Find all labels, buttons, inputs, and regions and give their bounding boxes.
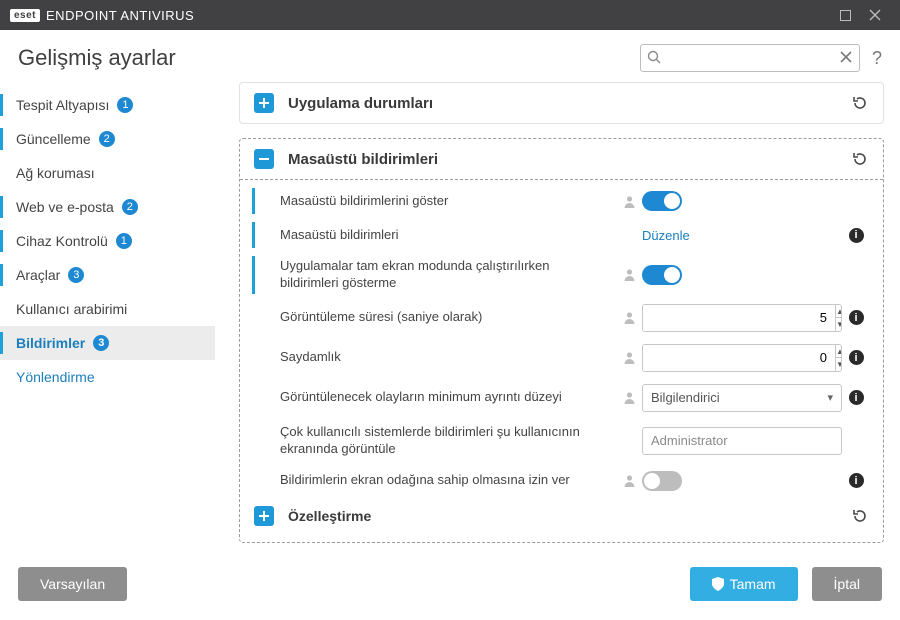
search-box: [640, 44, 860, 72]
info-icon[interactable]: i: [849, 228, 864, 243]
badge: 2: [122, 199, 138, 215]
subpanel-title: Özelleştirme: [288, 508, 851, 524]
user-icon: [622, 473, 637, 488]
row-multiuser-target: Çok kullanıcılı sistemlerde bildirimleri…: [240, 418, 883, 464]
sidebar-item-detection-engine[interactable]: Tespit Altyapısı 1: [0, 88, 215, 122]
brand-logo: eset: [10, 9, 40, 22]
sidebar-item-notifications[interactable]: Bildirimler 3: [0, 326, 215, 360]
search-input[interactable]: [640, 44, 860, 72]
toggle-allow-focus[interactable]: [642, 471, 682, 491]
duration-input[interactable]: [643, 305, 835, 331]
badge: 1: [117, 97, 133, 113]
user-icon: [622, 267, 637, 282]
sidebar-item-forwarding[interactable]: Yönlendirme: [0, 360, 215, 394]
spin-down-button[interactable]: ▼: [836, 318, 842, 331]
panel-title: Masaüstü bildirimleri: [288, 151, 851, 168]
expand-button[interactable]: [254, 93, 274, 113]
search-icon: [647, 50, 662, 65]
main-content: Uygulama durumları Masaüstü bildirimleri: [215, 82, 900, 554]
panel-title: Uygulama durumları: [288, 95, 851, 112]
user-icon: [622, 310, 637, 325]
chevron-down-icon: ▾: [827, 391, 833, 404]
info-icon[interactable]: i: [849, 310, 864, 325]
row-display-duration: Görüntüleme süresi (saniye olarak) ▲ ▼ i: [240, 298, 883, 338]
page-title: Gelişmiş ayarlar: [18, 45, 176, 71]
user-icon: [622, 350, 637, 365]
setting-label: Görüntüleme süresi (saniye olarak): [260, 309, 616, 326]
window-close-button[interactable]: [860, 0, 890, 30]
ok-button[interactable]: Tamam: [690, 567, 798, 601]
collapse-button[interactable]: [254, 149, 274, 169]
spin-up-button[interactable]: ▲: [836, 305, 842, 319]
toggle-show-notifications[interactable]: [642, 191, 682, 211]
row-fullscreen-suppress: Uygulamalar tam ekran modunda çalıştırıl…: [240, 252, 883, 298]
sidebar-item-user-interface[interactable]: Kullanıcı arabirimi: [0, 292, 215, 326]
user-icon: [622, 194, 637, 209]
search-clear-button[interactable]: [838, 49, 854, 65]
sidebar: Tespit Altyapısı 1 Güncelleme 2 Ağ korum…: [0, 82, 215, 554]
user-icon: [622, 390, 637, 405]
badge: 3: [68, 267, 84, 283]
cancel-button[interactable]: İptal: [812, 567, 882, 601]
row-desktop-notifications-edit: Masaüstü bildirimleri Düzenle i: [240, 218, 883, 252]
spin-down-button[interactable]: ▼: [836, 358, 842, 371]
setting-label: Görüntülenecek olayların minimum ayrıntı…: [260, 389, 616, 406]
panel-application-states: Uygulama durumları: [239, 82, 884, 124]
brand-product: ENDPOINT ANTIVIRUS: [46, 8, 194, 23]
sidebar-item-device-control[interactable]: Cihaz Kontrolü 1: [0, 224, 215, 258]
badge: 1: [116, 233, 132, 249]
transparency-input[interactable]: [643, 345, 835, 371]
defaults-button[interactable]: Varsayılan: [18, 567, 127, 601]
sidebar-item-web-email[interactable]: Web ve e-posta 2: [0, 190, 215, 224]
multiuser-input[interactable]: [642, 427, 842, 455]
setting-label: Bildirimlerin ekran odağına sahip olması…: [260, 472, 616, 489]
reset-icon[interactable]: [851, 150, 869, 168]
reset-icon[interactable]: [851, 94, 869, 112]
toggle-fullscreen-suppress[interactable]: [642, 265, 682, 285]
titlebar: eset ENDPOINT ANTIVIRUS: [0, 0, 900, 30]
row-transparency: Saydamlık ▲ ▼ i: [240, 338, 883, 378]
badge: 3: [93, 335, 109, 351]
header: Gelişmiş ayarlar ?: [0, 30, 900, 82]
edit-link[interactable]: Düzenle: [642, 228, 690, 243]
panel-desktop-notifications: Masaüstü bildirimleri Masaüstü bildiriml…: [239, 138, 884, 543]
subpanel-customize: Özelleştirme: [240, 498, 883, 534]
setting-label: Masaüstü bildirimleri: [260, 227, 616, 244]
verbosity-select[interactable]: Bilgilendirici ▾: [642, 384, 842, 412]
row-min-verbosity: Görüntülenecek olayların minimum ayrıntı…: [240, 378, 883, 418]
setting-label: Uygulamalar tam ekran modunda çalıştırıl…: [260, 258, 616, 292]
help-button[interactable]: ?: [872, 48, 882, 69]
expand-button[interactable]: [254, 506, 274, 526]
sidebar-item-network-protection[interactable]: Ağ koruması: [0, 156, 215, 190]
setting-label: Çok kullanıcılı sistemlerde bildirimleri…: [260, 424, 616, 458]
row-show-desktop-notifications: Masaüstü bildirimlerini göster: [240, 184, 883, 218]
spinner-duration: ▲ ▼: [642, 304, 842, 332]
sidebar-item-update[interactable]: Güncelleme 2: [0, 122, 215, 156]
info-icon[interactable]: i: [849, 390, 864, 405]
reset-icon[interactable]: [851, 507, 869, 525]
setting-label: Saydamlık: [260, 349, 616, 366]
info-icon[interactable]: i: [849, 350, 864, 365]
row-allow-focus: Bildirimlerin ekran odağına sahip olması…: [240, 464, 883, 498]
spinner-transparency: ▲ ▼: [642, 344, 842, 372]
badge: 2: [99, 131, 115, 147]
shield-icon: [712, 577, 724, 591]
window-maximize-button[interactable]: [830, 0, 860, 30]
sidebar-item-tools[interactable]: Araçlar 3: [0, 258, 215, 292]
setting-label: Masaüstü bildirimlerini göster: [260, 193, 616, 210]
footer: Varsayılan Tamam İptal: [0, 554, 900, 614]
info-icon[interactable]: i: [849, 473, 864, 488]
select-value: Bilgilendirici: [651, 390, 720, 405]
brand: eset ENDPOINT ANTIVIRUS: [10, 8, 194, 23]
spin-up-button[interactable]: ▲: [836, 345, 842, 359]
